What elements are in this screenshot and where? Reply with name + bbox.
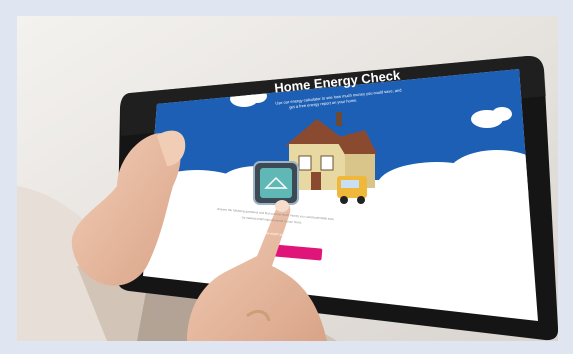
thermostat-illustration [253, 161, 299, 205]
image-frame: Home Energy Check Use our energy calcula… [0, 0, 573, 354]
photo-illustration [17, 16, 558, 341]
tablet-photo: Home Energy Check Use our energy calcula… [17, 16, 558, 341]
